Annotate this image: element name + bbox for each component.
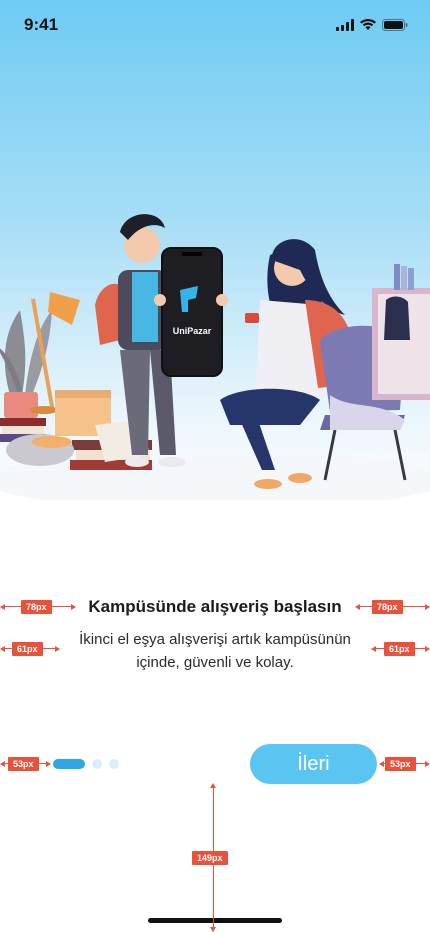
page-dot bbox=[92, 759, 102, 769]
status-icons bbox=[336, 19, 408, 31]
arrow-left-icon bbox=[0, 761, 5, 767]
arrow-left-icon bbox=[379, 761, 384, 767]
students-illustration: UniPazar bbox=[0, 214, 430, 500]
battery-icon bbox=[382, 19, 408, 31]
page-indicator bbox=[53, 759, 119, 769]
arrow-left-icon bbox=[355, 604, 360, 610]
onboarding-subtitle: İkinci el eşya alışverişi artık kampüsün… bbox=[79, 631, 351, 671]
arrow-right-icon bbox=[46, 761, 51, 767]
page-dot-active bbox=[53, 759, 85, 769]
arrow-left-icon bbox=[0, 646, 5, 652]
arrow-right-icon bbox=[425, 604, 430, 610]
status-time: 9:41 bbox=[24, 15, 59, 34]
arrow-left-icon bbox=[371, 646, 376, 652]
measure-label-button-right: 53px bbox=[385, 757, 416, 771]
arrow-right-icon bbox=[425, 761, 430, 767]
arrow-right-icon bbox=[425, 646, 430, 652]
arrow-right-icon bbox=[55, 646, 60, 652]
arrow-right-icon bbox=[71, 604, 76, 610]
arrow-left-icon bbox=[0, 604, 5, 610]
next-button[interactable]: İleri bbox=[250, 744, 377, 784]
arrow-down-icon bbox=[210, 927, 216, 932]
hero-illustration: UniPazar 9:41 bbox=[0, 0, 430, 500]
measure-label-subtitle-left: 61px bbox=[12, 642, 43, 656]
phone-brand-text: UniPazar bbox=[173, 326, 212, 336]
cellular-signal-icon bbox=[336, 19, 354, 31]
home-indicator bbox=[148, 918, 282, 923]
onboarding-title: Kampüsünde alışveriş başlasın bbox=[88, 597, 342, 616]
shelf-icon bbox=[372, 264, 430, 400]
page-dot bbox=[109, 759, 119, 769]
phone-mockup: UniPazar bbox=[161, 247, 223, 377]
measure-label-dots-left: 53px bbox=[8, 757, 39, 771]
wifi-icon bbox=[360, 19, 376, 30]
status-bar: 9:41 bbox=[0, 0, 430, 50]
measure-label-subtitle-right: 61px bbox=[384, 642, 415, 656]
measure-label-bottom: 149px bbox=[192, 851, 228, 865]
measure-label-title-left: 78px bbox=[21, 600, 52, 614]
measure-label-title-right: 78px bbox=[372, 600, 403, 614]
